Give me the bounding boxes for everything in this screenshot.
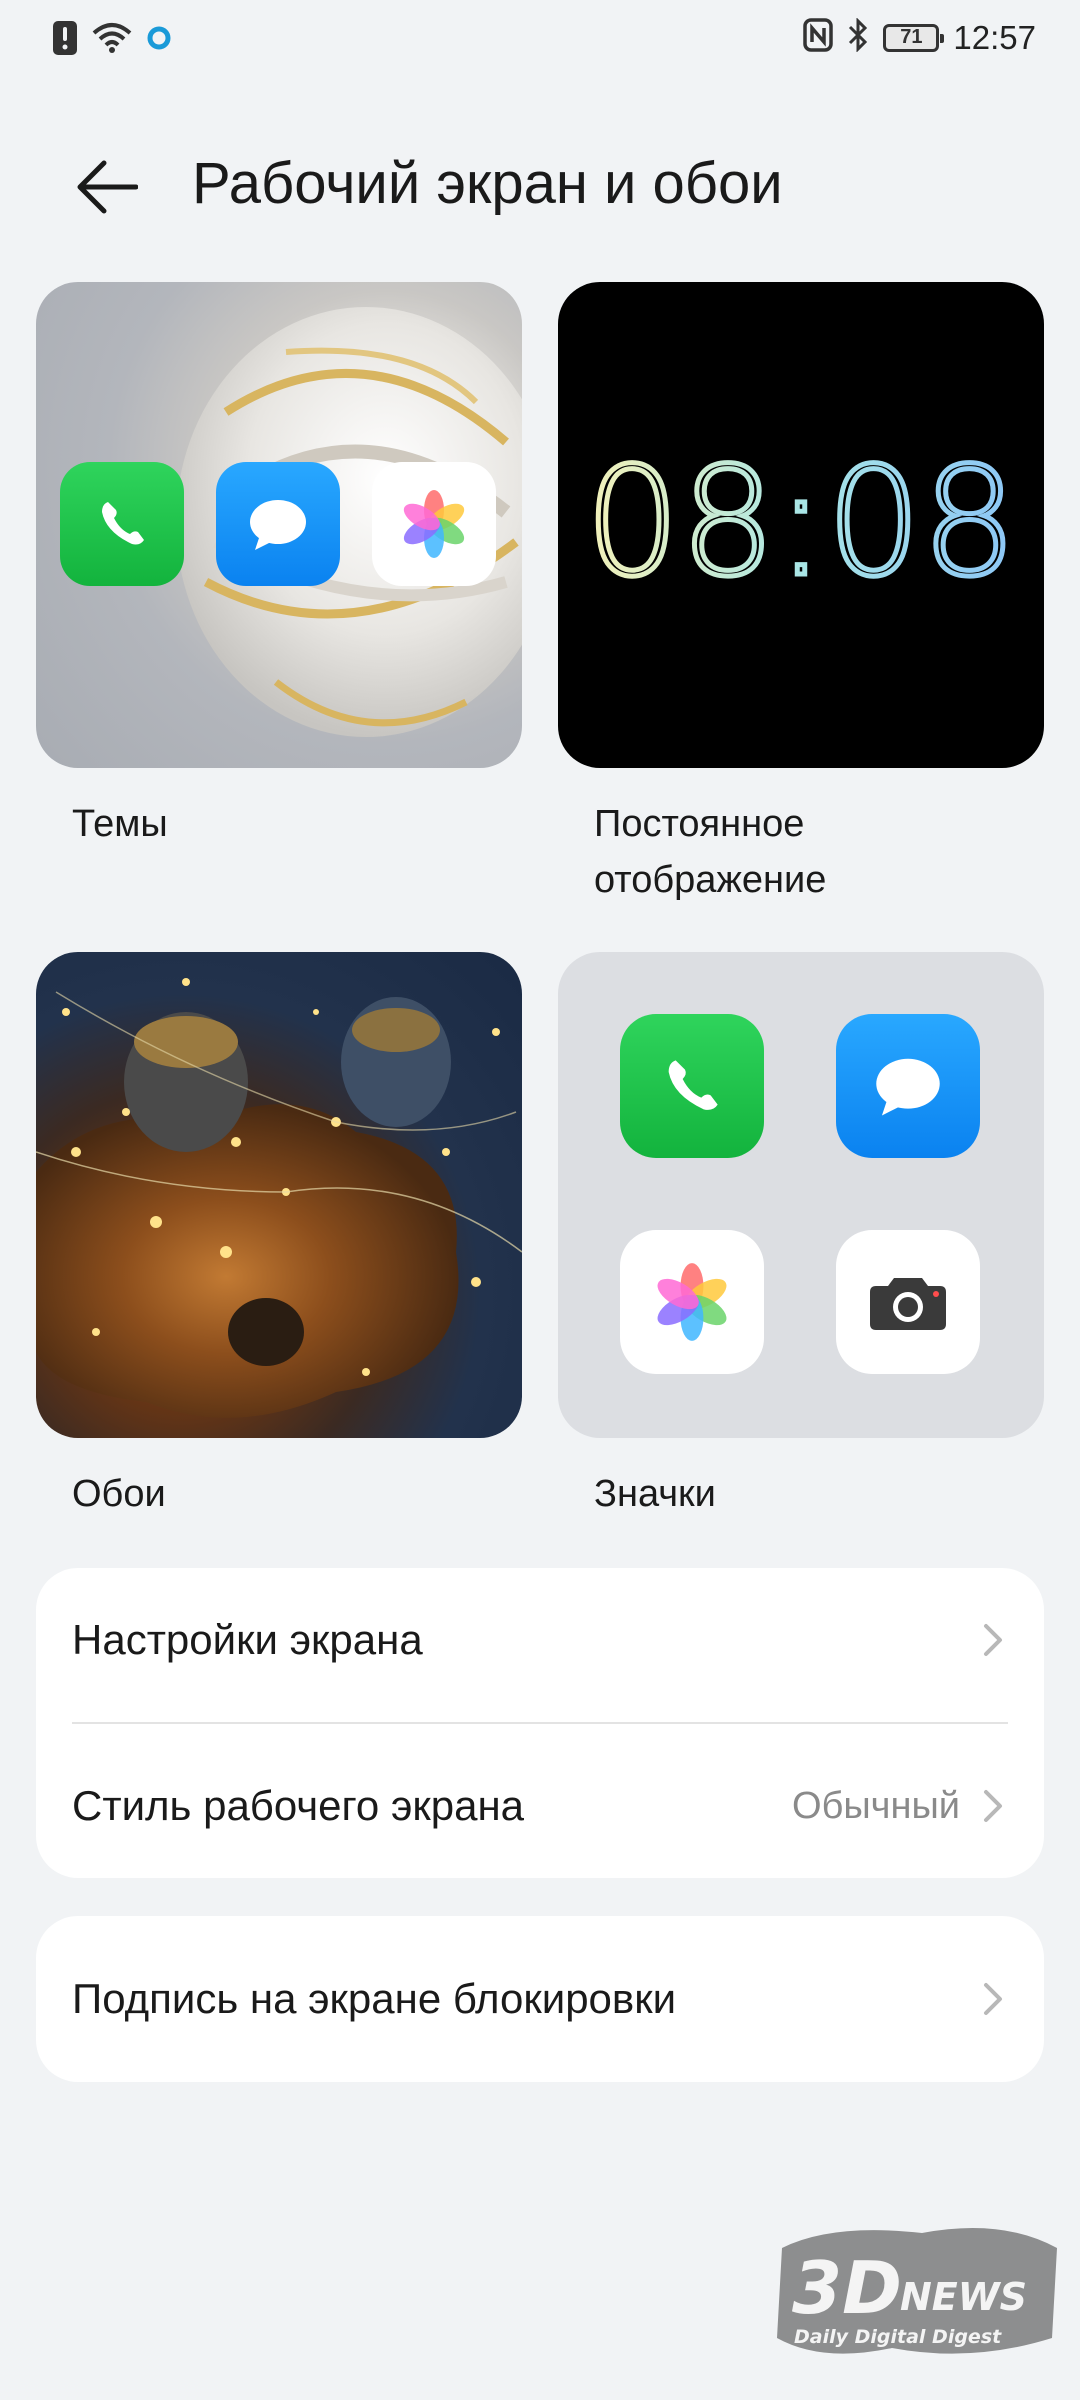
aod-label: Постоянное отображение bbox=[594, 796, 826, 908]
divider bbox=[72, 1722, 1008, 1724]
lock-signature-row[interactable]: Подпись на экране блокировки bbox=[36, 1916, 1044, 2082]
gallery-icon bbox=[372, 462, 496, 586]
app-indicator-icon bbox=[146, 25, 172, 56]
svg-text:3D: 3D bbox=[792, 2246, 902, 2330]
always-on-display-tile[interactable]: 08:08 bbox=[558, 282, 1044, 768]
chevron-right-icon bbox=[984, 1624, 1002, 1656]
nfc-icon bbox=[803, 18, 834, 57]
camera-icon bbox=[836, 1230, 980, 1374]
display-settings-label: Настройки экрана bbox=[72, 1616, 423, 1663]
wallpaper-label: Обои bbox=[72, 1473, 166, 1515]
page-title: Рабочий экран и обои bbox=[192, 151, 783, 216]
messages-icon bbox=[216, 462, 340, 586]
home-style-label: Стиль рабочего экрана bbox=[72, 1782, 525, 1829]
gallery-icon bbox=[620, 1230, 764, 1374]
phone-icon bbox=[620, 1014, 764, 1158]
lock-signature-card: Подпись на экране блокировки bbox=[36, 1916, 1044, 2082]
battery-icon: 71 bbox=[883, 23, 945, 52]
display-settings-row[interactable]: Настройки экрана bbox=[36, 1568, 1044, 1712]
themes-label: Темы bbox=[72, 803, 168, 845]
bluetooth-icon bbox=[847, 17, 869, 57]
wifi-icon bbox=[92, 21, 132, 60]
chevron-right-icon bbox=[984, 1983, 1002, 2015]
icons-tile[interactable] bbox=[558, 952, 1044, 1438]
svg-text:Daily Digital Digest: Daily Digital Digest bbox=[794, 2326, 1002, 2348]
wallpaper-photo bbox=[36, 978, 522, 1418]
aod-label-line2: отображение bbox=[594, 859, 827, 901]
messages-icon bbox=[836, 1014, 980, 1158]
screen-settings-card: Настройки экрана Стиль рабочего экрана О… bbox=[36, 1568, 1044, 1878]
phone-icon bbox=[60, 462, 184, 586]
home-style-value: Обычный bbox=[792, 1784, 960, 1827]
themes-tile[interactable] bbox=[36, 282, 522, 768]
alert-icon bbox=[52, 20, 78, 61]
battery-level: 71 bbox=[900, 26, 923, 48]
status-time: 12:57 bbox=[953, 18, 1036, 56]
arrow-left-icon bbox=[77, 160, 138, 214]
aod-label-line1: Постоянное bbox=[594, 803, 805, 845]
wallpaper-tile[interactable] bbox=[36, 952, 522, 1438]
back-button[interactable] bbox=[62, 142, 152, 232]
lock-signature-label: Подпись на экране блокировки bbox=[72, 1975, 677, 2022]
3dnews-watermark-logo: 3D NEWS Daily Digital Digest bbox=[772, 2218, 1062, 2368]
chevron-right-icon bbox=[984, 1790, 1002, 1822]
status-bar: 71 12:57 bbox=[0, 0, 1080, 90]
svg-text:NEWS: NEWS bbox=[900, 2275, 1027, 2319]
aod-clock-text: 08:08 bbox=[585, 436, 1017, 610]
header: Рабочий экран и обои bbox=[0, 120, 1080, 240]
aod-clock-art: 08:08 bbox=[582, 434, 1019, 613]
icons-label: Значки bbox=[594, 1473, 716, 1515]
home-style-row[interactable]: Стиль рабочего экрана Обычный bbox=[36, 1734, 1044, 1878]
